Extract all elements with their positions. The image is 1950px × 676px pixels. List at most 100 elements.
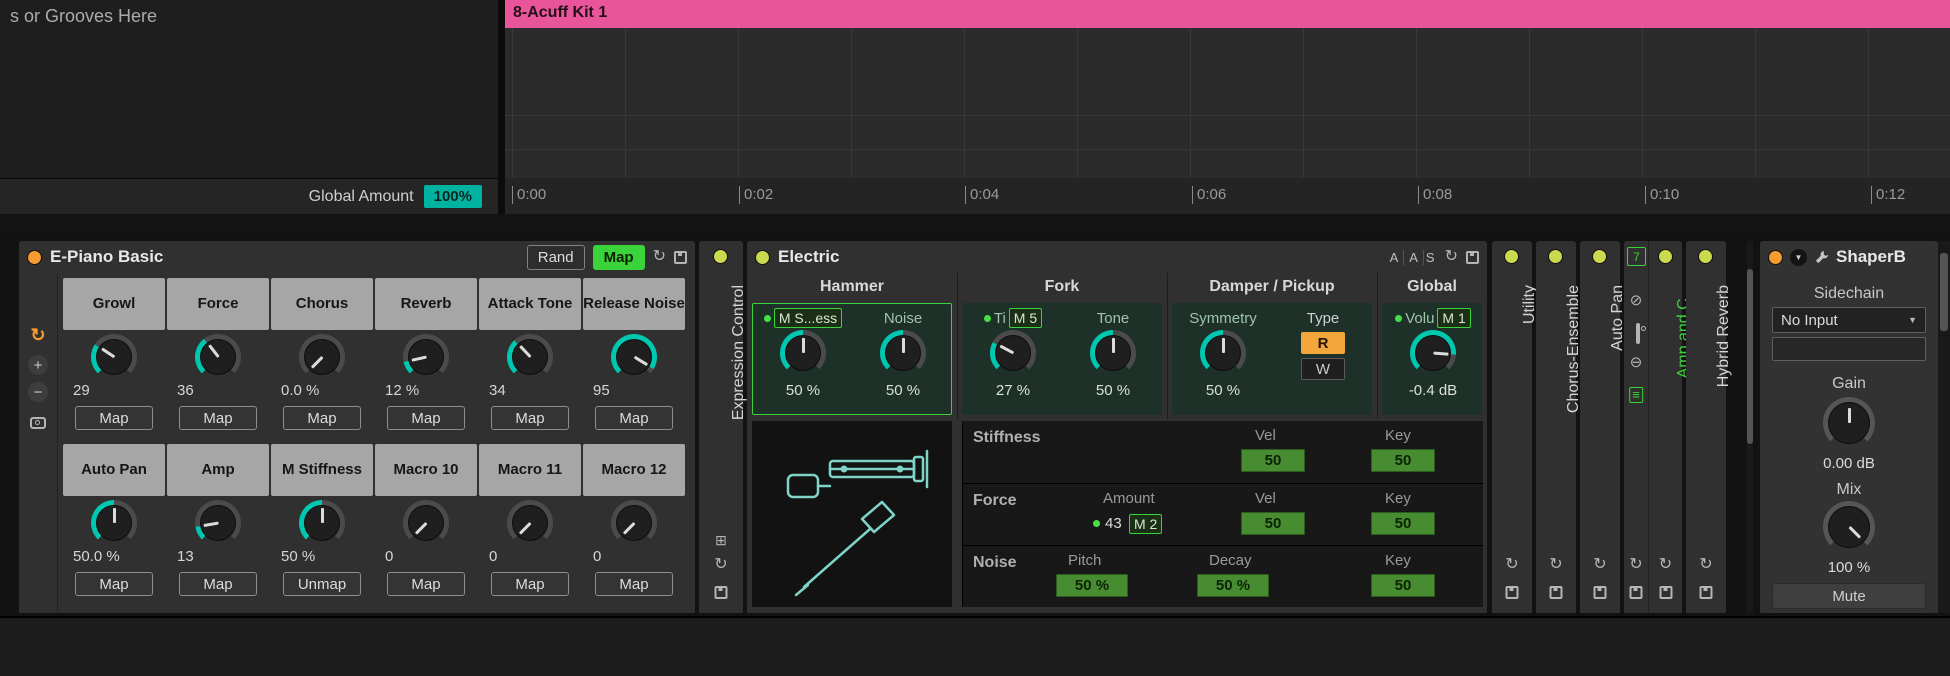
remove-icon[interactable]: − bbox=[28, 382, 48, 402]
macro-name[interactable]: Attack Tone bbox=[479, 278, 581, 330]
macro-name[interactable]: Force bbox=[167, 278, 269, 330]
param-value[interactable]: 50 % bbox=[755, 382, 851, 399]
chain-scrollbar[interactable] bbox=[1747, 241, 1753, 613]
chain-list-icon[interactable]: ≡ bbox=[1629, 387, 1643, 403]
noise-knob[interactable] bbox=[880, 330, 926, 376]
device-title[interactable]: Electric bbox=[778, 247, 839, 267]
macro-knob[interactable] bbox=[299, 500, 345, 546]
macro-name[interactable]: Amp bbox=[167, 444, 269, 496]
hotswap-icon[interactable]: ↻ bbox=[1629, 557, 1642, 573]
device-on-led[interactable] bbox=[1768, 249, 1783, 265]
hotswap-icon[interactable]: ↻ bbox=[1445, 249, 1458, 265]
pickup-type-r-button[interactable]: R bbox=[1301, 332, 1345, 354]
mapped-macro-badge[interactable]: M 2 bbox=[1129, 514, 1163, 534]
macro-value[interactable]: 0.0 % bbox=[281, 382, 319, 399]
macro-name[interactable]: M Stiffness bbox=[271, 444, 373, 496]
macro-name[interactable]: Reverb bbox=[375, 278, 477, 330]
macro-knob[interactable] bbox=[403, 500, 449, 546]
clip-grid-area[interactable] bbox=[505, 28, 1950, 179]
macro-map-button[interactable]: Map bbox=[179, 572, 257, 596]
mapped-macro-badge[interactable]: M 1 bbox=[1437, 308, 1471, 328]
force-amount-value[interactable]: 43 bbox=[1105, 515, 1122, 532]
macro-value[interactable]: 12 % bbox=[385, 382, 419, 399]
fold-triangle-icon[interactable]: ▼ bbox=[1790, 248, 1807, 266]
param-value[interactable]: 27 % bbox=[965, 382, 1061, 399]
device-title[interactable]: Expression Control bbox=[730, 285, 748, 420]
hotswap-icon[interactable]: ↻ bbox=[1699, 557, 1712, 573]
macro-name[interactable]: Macro 11 bbox=[479, 444, 581, 496]
device-on-led[interactable] bbox=[27, 249, 42, 265]
macro-map-button[interactable]: Map bbox=[75, 572, 153, 596]
macro-map-button[interactable]: Map bbox=[387, 406, 465, 430]
sidechain-input-select[interactable]: No Input ▼ bbox=[1772, 307, 1926, 333]
volume-knob[interactable] bbox=[1410, 330, 1456, 376]
save-preset-icon[interactable] bbox=[1659, 586, 1672, 599]
param-value[interactable]: -0.4 dB bbox=[1385, 382, 1481, 399]
macro-map-button[interactable]: Map bbox=[75, 406, 153, 430]
device-title[interactable]: Hybrid Reverb bbox=[1715, 285, 1733, 387]
macro-value[interactable]: 0 bbox=[489, 548, 497, 565]
remove-icon[interactable]: ⊖ bbox=[1630, 355, 1643, 370]
macro-knob[interactable] bbox=[91, 334, 137, 380]
save-preset-icon[interactable] bbox=[1505, 586, 1519, 599]
global-amount-value[interactable]: 100% bbox=[423, 185, 482, 208]
device-chorus-ensemble[interactable]: Chorus-Ensemble ↻ bbox=[1536, 241, 1582, 613]
macro-map-button[interactable]: Map bbox=[595, 572, 673, 596]
macro-map-button[interactable]: Map bbox=[283, 406, 361, 430]
macro-map-button[interactable]: Map bbox=[491, 572, 569, 596]
hotswap-icon[interactable]: ↻ bbox=[1593, 557, 1606, 573]
macro-knob[interactable] bbox=[611, 334, 657, 380]
tine-knob[interactable] bbox=[990, 330, 1036, 376]
snapshot-camera-icon[interactable] bbox=[30, 417, 46, 429]
device-on-led[interactable] bbox=[1504, 249, 1519, 264]
scrollbar-thumb[interactable] bbox=[1747, 269, 1753, 444]
device-utility[interactable]: Utility ↻ bbox=[1492, 241, 1538, 613]
macro-name[interactable]: Macro 10 bbox=[375, 444, 477, 496]
mute-button[interactable]: Mute bbox=[1772, 583, 1926, 609]
force-key-value[interactable]: 50 bbox=[1371, 512, 1435, 535]
save-preset-icon[interactable] bbox=[1629, 586, 1643, 599]
macro-map-button[interactable]: Map bbox=[179, 406, 257, 430]
device-title[interactable]: ShaperBo bbox=[1836, 247, 1906, 267]
macro-value[interactable]: 0 bbox=[385, 548, 393, 565]
device-on-led[interactable] bbox=[713, 249, 728, 264]
time-ruler[interactable]: 0:00 0:02 0:04 0:06 0:08 0:10 0:12 bbox=[505, 178, 1950, 215]
macro-map-button[interactable]: Map bbox=[387, 572, 465, 596]
macro-value[interactable]: 50 % bbox=[281, 548, 315, 565]
device-on-led[interactable] bbox=[1592, 249, 1607, 264]
tone-knob[interactable] bbox=[1090, 330, 1136, 376]
macro-value[interactable]: 0 bbox=[593, 548, 601, 565]
gain-knob[interactable] bbox=[1823, 397, 1875, 449]
macro-value[interactable]: 95 bbox=[593, 382, 610, 399]
macro-value[interactable]: 50.0 % bbox=[73, 548, 120, 565]
mapped-macro-badge[interactable]: M 5 bbox=[1008, 308, 1043, 328]
macro-name[interactable]: Chorus bbox=[271, 278, 373, 330]
map-mode-button[interactable]: Map bbox=[592, 244, 645, 270]
device-title[interactable]: E-Piano Basic bbox=[50, 247, 163, 267]
hotswap-icon[interactable]: ↻ bbox=[653, 249, 666, 265]
macro-knob[interactable] bbox=[403, 334, 449, 380]
macro-name[interactable]: Growl bbox=[63, 278, 165, 330]
pickup-type-w-button[interactable]: W bbox=[1301, 358, 1345, 380]
stiffness-knob[interactable] bbox=[780, 330, 826, 376]
mapped-macro-label[interactable]: M S...ess bbox=[773, 308, 843, 328]
save-preset-icon[interactable] bbox=[1593, 586, 1607, 599]
device-amp-rack[interactable]: 7 ⊘ ⊖ ≡ ↻ Amp and C... ↻ bbox=[1624, 241, 1692, 613]
macro-knob[interactable] bbox=[91, 500, 137, 546]
macro-map-button[interactable]: Map bbox=[595, 406, 673, 430]
noise-decay-value[interactable]: 50 % bbox=[1197, 574, 1269, 597]
device-expression-control[interactable]: Expression Control ⊞ ↻ bbox=[699, 241, 747, 613]
macro-knob[interactable] bbox=[507, 334, 553, 380]
symmetry-knob[interactable] bbox=[1200, 330, 1246, 376]
clip-title-bar[interactable]: 8-Acuff Kit 1 bbox=[505, 0, 1950, 28]
save-preset-icon[interactable] bbox=[1699, 586, 1713, 599]
device-on-led[interactable] bbox=[755, 249, 770, 265]
force-vel-value[interactable]: 50 bbox=[1241, 512, 1305, 535]
hotswap-icon[interactable]: ↻ bbox=[714, 557, 727, 573]
save-preset-icon[interactable] bbox=[1466, 250, 1479, 264]
gain-value[interactable]: 0.00 dB bbox=[1760, 455, 1938, 472]
device-on-led[interactable] bbox=[1698, 249, 1713, 264]
macro-knob[interactable] bbox=[611, 500, 657, 546]
stiffness-key-value[interactable]: 50 bbox=[1371, 449, 1435, 472]
device-on-led[interactable] bbox=[1548, 249, 1563, 264]
